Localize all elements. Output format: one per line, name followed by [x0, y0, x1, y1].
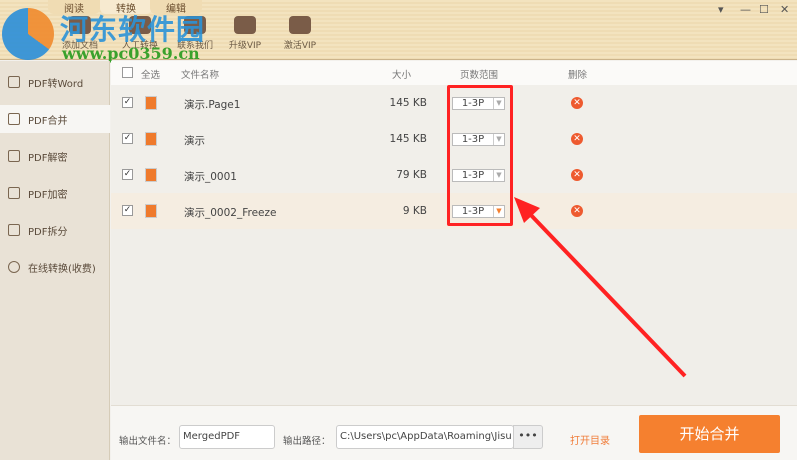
annotation-arrow: [514, 197, 687, 378]
